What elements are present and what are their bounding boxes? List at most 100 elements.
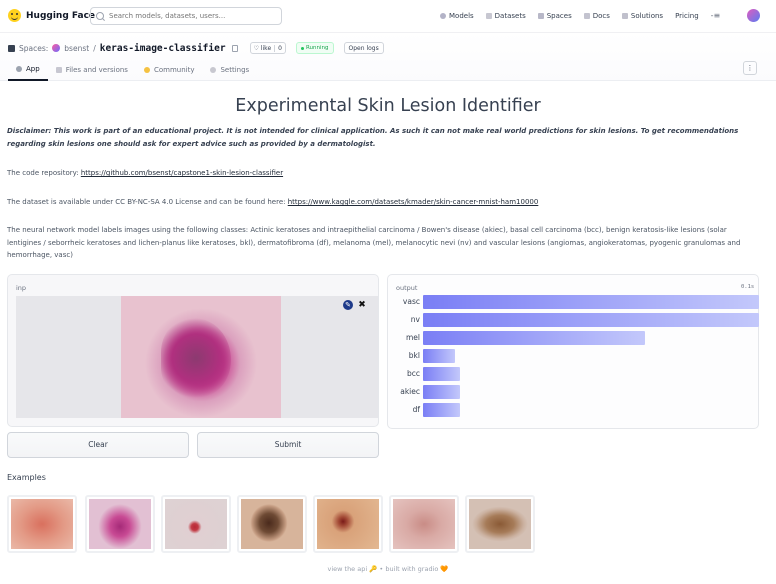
confidence-bar-label: bcc xyxy=(406,369,420,378)
confidence-bar-label: vasc xyxy=(402,297,420,306)
owner-link[interactable]: bsenst xyxy=(64,44,89,53)
dataset-paragraph: The dataset is available under CC BY-NC-… xyxy=(7,196,762,209)
input-image-panel: inp ✎ ✖ xyxy=(7,274,379,427)
example-thumbnail[interactable] xyxy=(465,495,535,553)
example-thumbnail[interactable] xyxy=(237,495,307,553)
tab-files[interactable]: Files and versions xyxy=(48,59,136,81)
settings-icon xyxy=(210,67,217,73)
confidence-bar-row: mel xyxy=(388,331,760,345)
confidence-bar-row: nv xyxy=(388,313,760,327)
output-label-panel: output 0.1s vasc nv mel bkl bcc akiec df xyxy=(387,274,759,429)
disclaimer-text: Disclaimer: This work is part of an educ… xyxy=(7,127,739,148)
clear-button[interactable]: Clear xyxy=(7,432,189,458)
app-icon xyxy=(16,66,22,72)
open-logs-label: Open logs xyxy=(348,44,379,52)
tab-community[interactable]: Community xyxy=(136,59,203,81)
example-image xyxy=(11,499,73,549)
built-with-gradio-link[interactable]: built with gradio 🧡 xyxy=(385,565,448,573)
confidence-bar-label: mel xyxy=(405,333,420,342)
search-input[interactable] xyxy=(109,12,279,20)
input-label: inp xyxy=(16,284,27,292)
search-box[interactable] xyxy=(90,7,282,25)
confidence-bar-fill xyxy=(423,367,460,381)
image-upload-area[interactable]: ✎ ✖ xyxy=(16,296,378,418)
kebab-menu-icon[interactable]: ⋮ xyxy=(743,61,757,75)
space-header: Spaces: bsenst / keras-image-classifier … xyxy=(0,33,776,81)
nav-solutions[interactable]: Solutions xyxy=(621,11,663,20)
inference-timer: 0.1s xyxy=(741,284,755,290)
nav-datasets[interactable]: Datasets xyxy=(485,11,526,20)
user-avatar[interactable] xyxy=(747,9,760,22)
datasets-icon xyxy=(485,12,492,19)
status-dot-icon xyxy=(300,46,304,50)
tab-settings-label: Settings xyxy=(220,66,250,74)
tab-files-label: Files and versions xyxy=(65,66,128,74)
confidence-bar-fill xyxy=(423,403,460,417)
top-navbar: Hugging Face Models Datasets Spaces Docs… xyxy=(0,0,776,33)
examples-heading: Examples xyxy=(7,473,46,482)
breadcrumb-separator: / xyxy=(93,43,96,53)
nav-models-label: Models xyxy=(449,11,474,20)
docs-icon xyxy=(583,12,590,19)
breadcrumb: Spaces: bsenst / keras-image-classifier … xyxy=(8,42,384,54)
example-image xyxy=(241,499,303,549)
tab-app-label: App xyxy=(26,65,40,73)
example-thumbnail[interactable] xyxy=(161,495,231,553)
example-thumbnail[interactable] xyxy=(313,495,383,553)
owner-avatar xyxy=(52,44,61,52)
spaces-icon xyxy=(8,44,15,52)
like-label: ♡ like xyxy=(251,44,276,52)
example-image xyxy=(393,499,455,549)
solutions-icon xyxy=(621,12,628,19)
copy-icon[interactable] xyxy=(231,44,238,52)
spaces-label: Spaces: xyxy=(19,43,49,53)
example-image xyxy=(165,499,227,549)
community-icon xyxy=(143,67,150,73)
hugging-face-logo-icon xyxy=(8,9,21,22)
brand-name: Hugging Face xyxy=(26,10,96,21)
clear-image-icon[interactable]: ✖ xyxy=(357,300,367,310)
confidence-bar-label: bkl xyxy=(408,351,420,360)
view-api-link[interactable]: view the api 🔑 xyxy=(327,565,377,573)
repo-name-link[interactable]: keras-image-classifier xyxy=(100,43,226,54)
like-button[interactable]: ♡ like 0 xyxy=(249,42,286,54)
confidence-bar-fill xyxy=(423,331,645,345)
output-label: output xyxy=(396,284,418,292)
nav-docs[interactable]: Docs xyxy=(583,11,610,20)
space-tabs: App Files and versions Community Setting… xyxy=(8,59,257,81)
uploaded-lesion-image xyxy=(121,296,281,418)
dataset-prefix: The dataset is available under CC BY-NC-… xyxy=(7,198,288,206)
tab-app[interactable]: App xyxy=(8,59,48,81)
example-thumbnail[interactable] xyxy=(389,495,459,553)
confidence-bar-row: bkl xyxy=(388,349,760,363)
nav-datasets-label: Datasets xyxy=(494,11,526,20)
nav-pricing[interactable]: Pricing xyxy=(675,11,699,20)
nav-models[interactable]: Models xyxy=(440,11,474,20)
confidence-bar-fill xyxy=(423,385,460,399)
example-thumbnail[interactable] xyxy=(85,495,155,553)
more-menu-icon[interactable]: -≡ xyxy=(711,11,721,20)
tab-community-label: Community xyxy=(153,66,195,74)
confidence-bar-label: nv xyxy=(410,315,420,324)
repo-link[interactable]: https://github.com/bsenst/capstone1-skin… xyxy=(81,169,283,177)
status-badge: Running xyxy=(295,42,334,54)
nav-links: Models Datasets Spaces Docs Solutions Pr… xyxy=(440,11,748,20)
example-thumbnail[interactable] xyxy=(7,495,77,553)
dataset-link[interactable]: https://www.kaggle.com/datasets/kmader/s… xyxy=(288,198,539,206)
confidence-bar-row: df xyxy=(388,403,760,417)
example-image xyxy=(317,499,379,549)
hf-logo-link[interactable]: Hugging Face xyxy=(8,9,95,22)
spaces-icon xyxy=(537,12,544,19)
open-logs-button[interactable]: Open logs xyxy=(343,42,384,54)
footer-separator: • xyxy=(379,565,384,573)
nav-spaces-label: Spaces xyxy=(546,11,572,20)
confidence-bar-fill xyxy=(423,313,759,327)
example-image xyxy=(469,499,531,549)
edit-image-icon[interactable]: ✎ xyxy=(343,300,353,310)
models-icon xyxy=(440,12,446,19)
search-icon xyxy=(96,12,104,20)
repo-prefix: The code repository: xyxy=(7,169,81,177)
nav-spaces[interactable]: Spaces xyxy=(537,11,572,20)
submit-button[interactable]: Submit xyxy=(197,432,379,458)
tab-settings[interactable]: Settings xyxy=(202,59,257,81)
